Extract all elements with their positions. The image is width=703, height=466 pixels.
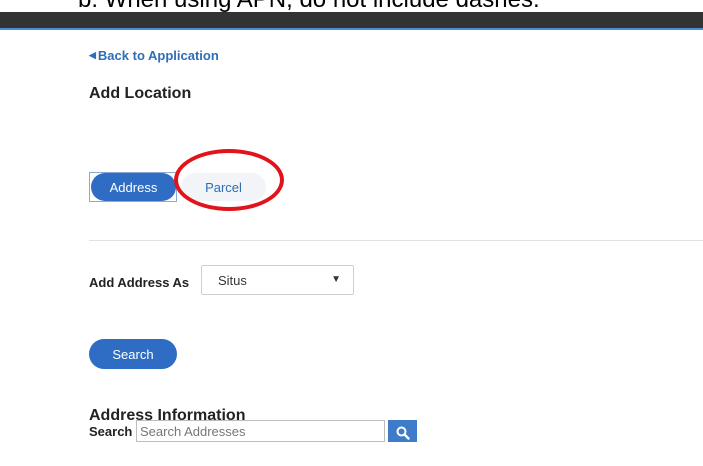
magnifier-icon [396,426,410,440]
document-caption: b. When using APN, do not include dashes… [0,0,703,12]
document-caption-text: b. When using APN, do not include dashes… [78,0,540,12]
tab-parcel[interactable]: Parcel [181,173,266,201]
tab-address[interactable]: Address [91,173,176,201]
add-address-as-select[interactable]: Situs ▼ [201,265,354,295]
dropdown-arrow-icon: ▼ [331,274,341,285]
search-label: Search [89,424,133,439]
search-button[interactable]: Search [89,339,177,369]
page-title: Add Location [89,85,192,102]
section-divider [89,240,703,241]
search-icon-button[interactable] [388,420,417,442]
app-header-bar [0,12,703,30]
add-address-as-label: Add Address As [89,275,190,290]
back-to-application-link[interactable]: ◀ Back to Application [89,48,219,63]
select-value: Situs [218,273,247,288]
back-link-label: Back to Application [97,48,219,63]
caret-left-icon: ◀ [89,50,96,60]
search-addresses-input[interactable] [136,420,385,442]
